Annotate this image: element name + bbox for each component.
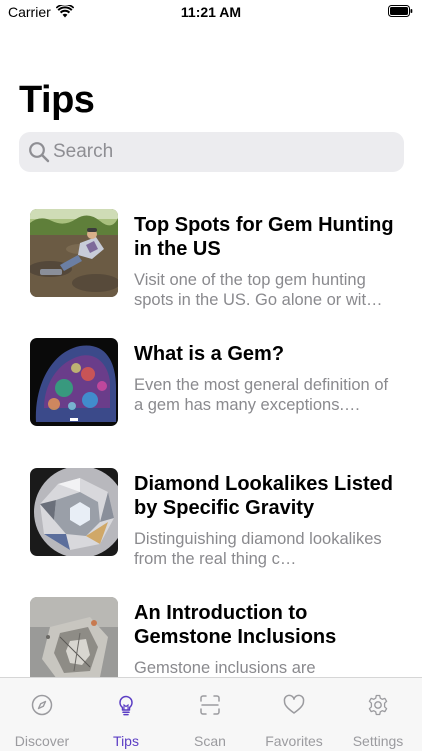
tab-label: Discover bbox=[14, 733, 70, 749]
tip-item-diamond-lookalikes[interactable]: Diamond Lookalikes Listed by Specific Gr… bbox=[0, 468, 422, 568]
status-time: 11:21 AM bbox=[180, 4, 242, 20]
tip-description: Distinguishing diamond lookalikes from t… bbox=[134, 530, 382, 568]
tab-label: Scan bbox=[194, 733, 226, 749]
tab-settings[interactable]: Settings bbox=[336, 678, 420, 751]
tip-title: Diamond Lookalikes Listed by Specific Gr… bbox=[134, 473, 393, 519]
tab-discover[interactable]: Discover bbox=[0, 678, 84, 751]
tab-label: Settings bbox=[352, 733, 404, 749]
search-bar[interactable] bbox=[19, 132, 404, 172]
tip-thumbnail-diamond-lookalikes bbox=[30, 468, 118, 556]
compass-icon bbox=[31, 694, 53, 716]
tip-item-what-is-gem[interactable]: What is a Gem? Even the most general def… bbox=[0, 338, 422, 438]
tab-favorites[interactable]: Favorites bbox=[252, 678, 336, 751]
tips-list: Top Spots for Gem Hunting in the US Visi… bbox=[0, 180, 422, 677]
tip-thumbnail-what-is-gem bbox=[30, 338, 118, 426]
lightbulb-icon bbox=[119, 695, 133, 716]
tip-thumbnail-inclusions bbox=[30, 597, 118, 677]
battery-icon bbox=[388, 5, 413, 17]
tip-description: Even the most general definition of a ge… bbox=[134, 376, 389, 414]
tip-item-gem-hunting[interactable]: Top Spots for Gem Hunting in the US Visi… bbox=[0, 209, 422, 309]
page-title: Tips bbox=[19, 79, 95, 121]
search-icon bbox=[29, 142, 50, 163]
tab-bar: Discover Tips Scan Favorites Settings bbox=[0, 677, 422, 751]
tip-description: Visit one of the top gem hunting spots i… bbox=[134, 271, 383, 309]
tab-label: Favorites bbox=[265, 733, 323, 749]
tab-tips[interactable]: Tips bbox=[84, 678, 168, 751]
heart-icon bbox=[283, 694, 305, 714]
status-bar: Carrier 11:21 AM bbox=[0, 0, 422, 24]
tip-thumbnail-gem-hunting bbox=[30, 209, 118, 297]
tab-label: Tips bbox=[113, 733, 139, 749]
tip-title: Top Spots for Gem Hunting in the US bbox=[134, 214, 394, 260]
search-input[interactable] bbox=[53, 132, 393, 172]
tip-description: Gemstone inclusions are bbox=[134, 659, 316, 677]
tip-title: What is a Gem? bbox=[134, 343, 285, 365]
tip-item-inclusions[interactable]: An Introduction to Gemstone Inclusions G… bbox=[0, 597, 422, 677]
scan-icon bbox=[200, 695, 220, 715]
gear-icon bbox=[368, 694, 388, 716]
tab-scan[interactable]: Scan bbox=[168, 678, 252, 751]
tip-title: An Introduction to Gemstone Inclusions bbox=[134, 602, 337, 648]
